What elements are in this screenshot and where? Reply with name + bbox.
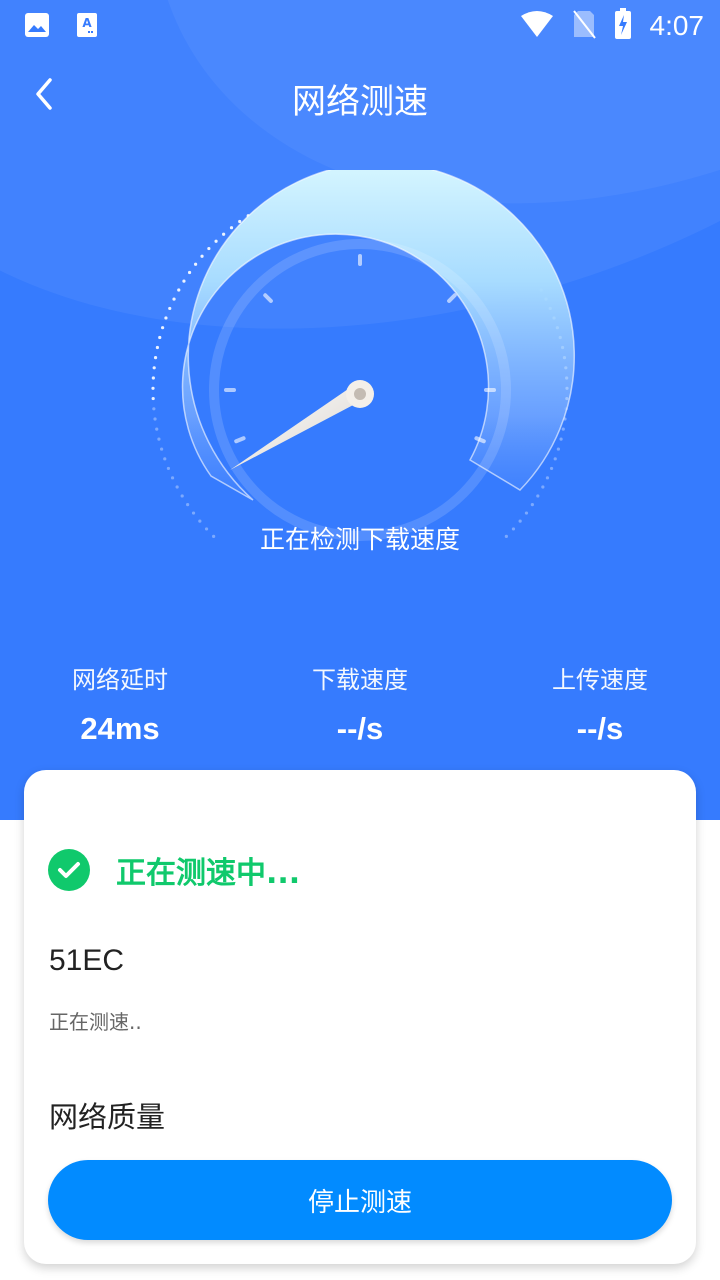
ring-dot [151, 396, 155, 401]
ring-dot [157, 437, 161, 441]
clock: 4:07 [649, 10, 705, 41]
ring-dot [151, 386, 155, 390]
ring-dot [556, 447, 560, 451]
svg-text:A: A [82, 16, 92, 30]
battery-charging-icon [614, 8, 632, 44]
gauge-caption: 正在检测下载速度 [259, 525, 460, 554]
stop-test-button[interactable]: 停止测速 [48, 1160, 672, 1240]
network-status: 正在测速.. [49, 1010, 142, 1034]
gauge-tick [447, 293, 457, 303]
stat-value: --/s [576, 711, 624, 746]
stat-upload: 上传速度 --/s [480, 660, 720, 747]
ring-dot [207, 246, 211, 251]
ring-dot [182, 279, 186, 283]
ring-dot [152, 407, 156, 411]
ring-dot [530, 503, 534, 507]
ring-dot [170, 476, 175, 480]
stat-label: 网络延时 [72, 666, 168, 694]
stat-latency: 网络延时 24ms [0, 660, 240, 747]
result-card: 正在测速中... 51EC 正在测速.. 网络质量 停止测速 [24, 770, 696, 1264]
ring-dot [153, 356, 158, 360]
gallery-icon [24, 12, 50, 42]
ring-dot [541, 485, 545, 489]
stat-value: 24ms [80, 711, 160, 746]
ring-dot [175, 485, 179, 489]
font-app-icon: A [76, 12, 98, 42]
ring-dot [186, 503, 190, 507]
ring-dot [152, 366, 156, 370]
ring-dot [187, 270, 192, 275]
ring-dot [229, 226, 234, 230]
check-circle-icon [48, 849, 90, 891]
ring-dot [200, 254, 204, 258]
ring-dot [194, 262, 198, 266]
ring-dot [549, 466, 554, 471]
speed-gauge [151, 170, 576, 541]
wifi-icon [520, 10, 554, 42]
ring-dot [553, 457, 557, 461]
ring-dot [172, 297, 176, 301]
ring-dot [180, 494, 184, 498]
ring-dot [155, 427, 159, 431]
hero-background: A 4:07 网络测速 正在检测下载速度 网络延时 24ms 下载速度 --/s… [0, 0, 720, 820]
ring-dot [561, 427, 565, 431]
ring-dot [164, 316, 168, 320]
no-sim-icon [572, 9, 596, 43]
gauge-ring [181, 170, 576, 501]
speed-test-screen: A 4:07 网络测速 正在检测下载速度 网络延时 24ms 下载速度 --/s… [0, 0, 720, 1280]
ring-dot [559, 437, 563, 441]
ring-dot [214, 239, 218, 243]
network-quality-label: 网络质量 [49, 1100, 166, 1134]
ring-dot [158, 335, 162, 340]
gauge-tick [263, 293, 273, 303]
page-title: 网络测速 [292, 82, 428, 122]
ring-dot [191, 511, 196, 515]
stat-value: --/s [336, 711, 384, 746]
ring-dot [166, 466, 171, 471]
ring-dot [151, 376, 155, 380]
ring-dot [160, 447, 164, 451]
stats-row: 网络延时 24ms 下载速度 --/s 上传速度 --/s [0, 660, 720, 760]
status-bar: A 4:07 [0, 0, 720, 50]
ring-dot [168, 306, 172, 311]
gauge-needle [230, 380, 374, 470]
ring-dot [536, 494, 540, 498]
test-status: 正在测速中... [48, 848, 300, 892]
ring-dot [163, 457, 167, 461]
network-ssid: 51EC [49, 944, 125, 977]
ring-dot [153, 417, 157, 421]
gauge-tick [474, 436, 486, 444]
ring-dot [545, 476, 550, 480]
ring-dot [222, 232, 226, 236]
stat-download: 下载速度 --/s [240, 660, 480, 747]
stat-label: 下载速度 [312, 666, 408, 694]
ring-dot [524, 511, 529, 515]
ring-dot [161, 326, 165, 330]
gauge-tick [234, 436, 246, 444]
ring-dot [177, 288, 181, 292]
status-text: 正在测速中... [116, 856, 301, 891]
title-bar: 网络测速 [0, 60, 720, 130]
ring-dot [155, 345, 160, 350]
stat-label: 上传速度 [552, 666, 648, 694]
